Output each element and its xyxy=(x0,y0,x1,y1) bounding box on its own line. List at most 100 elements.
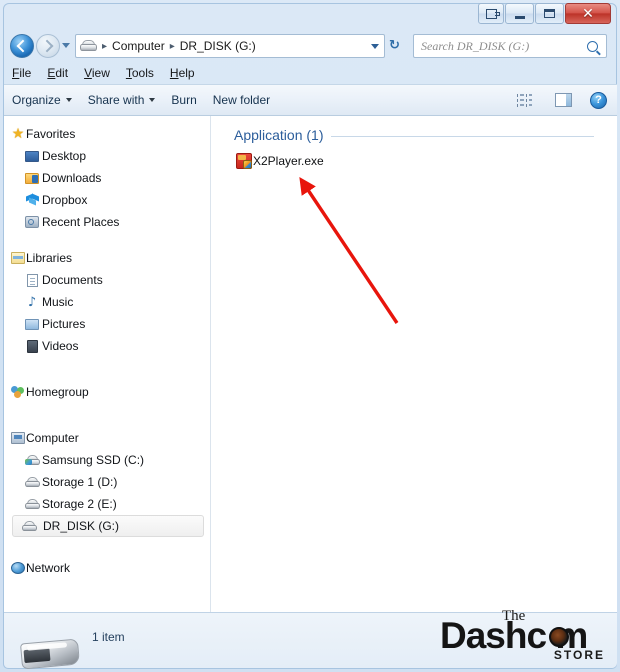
file-group-header[interactable]: Application (1) xyxy=(234,127,594,143)
address-input[interactable]: ▸ Computer ▸ DR_DISK (G:) xyxy=(75,34,385,58)
drive-icon xyxy=(21,518,37,534)
forward-chevron-icon xyxy=(40,39,54,53)
back-button[interactable] xyxy=(10,34,34,58)
pictures-icon xyxy=(24,316,40,332)
breadcrumb-separator: ▸ xyxy=(169,40,175,52)
sidebar-item-recent-places[interactable]: Recent Places xyxy=(4,211,210,233)
refresh-button[interactable]: ↻ xyxy=(389,39,400,52)
sidebar-label: Storage 1 (D:) xyxy=(42,475,118,489)
file-item-x2player[interactable]: X2Player.exe xyxy=(236,153,324,169)
preview-pane-icon[interactable] xyxy=(555,93,572,107)
sidebar-item-dropbox[interactable]: Dropbox xyxy=(4,189,210,211)
sidebar-group-computer[interactable]: Computer xyxy=(4,427,210,449)
menu-item-tools[interactable]: Tools xyxy=(126,66,154,80)
menu-item-edit[interactable]: Edit xyxy=(47,66,68,80)
burn-button[interactable]: Burn xyxy=(163,88,204,112)
title-bar: ✕ xyxy=(0,0,620,30)
search-icon[interactable] xyxy=(587,40,598,52)
organize-button[interactable]: Organize xyxy=(4,88,80,112)
chevron-down-icon xyxy=(65,98,72,102)
star-icon: ★ xyxy=(11,126,25,142)
maximize-button[interactable] xyxy=(535,3,564,24)
windows-drive-icon xyxy=(24,452,40,468)
sidebar-label: Desktop xyxy=(42,149,87,163)
file-list-view[interactable]: Application (1) X2Player.exe xyxy=(211,116,617,612)
sidebar-label: Recent Places xyxy=(42,215,120,229)
camera-lens-icon xyxy=(549,627,569,647)
sidebar-label: Libraries xyxy=(26,251,73,265)
file-group-rule xyxy=(330,136,594,137)
explorer-body: ★ Favorites Desktop Downloads Dropbox Re… xyxy=(4,116,617,612)
videos-icon xyxy=(24,338,40,354)
sidebar-label: Videos xyxy=(42,339,79,353)
sidebar-item-videos[interactable]: Videos xyxy=(4,335,210,357)
sidebar-item-pictures[interactable]: Pictures xyxy=(4,313,210,335)
forward-button[interactable] xyxy=(36,34,60,58)
minimize-icon xyxy=(514,16,525,19)
sidebar-item-documents[interactable]: Documents xyxy=(4,269,210,291)
toolbar-right-group: ? xyxy=(517,91,617,109)
view-layout-icon[interactable] xyxy=(517,93,532,107)
command-toolbar: Organize Share with Burn New folder ? xyxy=(4,84,617,116)
address-bar-row: ▸ Computer ▸ DR_DISK (G:) ↻ Search DR_DI… xyxy=(0,31,620,61)
sidebar-label: Pictures xyxy=(42,317,86,331)
sidebar-group-libraries[interactable]: Libraries xyxy=(4,247,210,269)
sidebar-label: Network xyxy=(26,561,71,575)
help-button[interactable]: ? xyxy=(590,91,607,109)
menu-item-help[interactable]: Help xyxy=(170,66,195,80)
menu-bar: File Edit View Tools Help xyxy=(4,62,616,84)
sidebar-label: Music xyxy=(42,295,74,309)
close-button[interactable]: ✕ xyxy=(565,3,611,24)
history-dropdown-icon[interactable] xyxy=(62,43,70,48)
sidebar-item-storage-2-e[interactable]: Storage 2 (E:) xyxy=(4,493,210,515)
sidebar-item-downloads[interactable]: Downloads xyxy=(4,167,210,189)
sidebar-item-storage-1-d[interactable]: Storage 1 (D:) xyxy=(4,471,210,493)
new-folder-button[interactable]: New folder xyxy=(205,88,278,112)
dashcam-store-watermark: The Dashc m STORE xyxy=(440,608,605,662)
search-input[interactable]: Search DR_DISK (G:) xyxy=(413,34,607,58)
homegroup-icon xyxy=(10,384,26,400)
dropbox-icon xyxy=(24,192,40,208)
sidebar-group-homegroup[interactable]: Homegroup xyxy=(4,381,210,403)
sidebar-label: Computer xyxy=(26,431,79,445)
navigation-pane: ★ Favorites Desktop Downloads Dropbox Re… xyxy=(4,116,210,612)
breadcrumb-dr-disk[interactable]: DR_DISK (G:) xyxy=(178,39,258,53)
item-count-label: 1 item xyxy=(92,630,125,644)
sidebar-label: DR_DISK (G:) xyxy=(43,519,120,533)
address-dropdown-icon[interactable] xyxy=(371,43,379,49)
sidebar-item-music[interactable]: ♪ Music xyxy=(4,291,210,313)
network-icon xyxy=(10,560,26,576)
restore-window-button[interactable] xyxy=(478,3,504,24)
libraries-icon xyxy=(10,250,26,266)
music-icon: ♪ xyxy=(27,294,37,310)
breadcrumb-computer[interactable]: Computer xyxy=(110,39,167,53)
sidebar-item-dr-disk-g[interactable]: DR_DISK (G:) xyxy=(12,515,204,537)
sidebar-item-samsung-ssd-c[interactable]: Samsung SSD (C:) xyxy=(4,449,210,471)
organize-label: Organize xyxy=(12,93,61,107)
file-name: X2Player.exe xyxy=(253,154,324,168)
menu-item-view[interactable]: View xyxy=(84,66,110,80)
share-with-button[interactable]: Share with xyxy=(80,88,164,112)
minimize-button[interactable] xyxy=(505,3,534,24)
sidebar-label: Storage 2 (E:) xyxy=(42,497,117,511)
sidebar-label: Documents xyxy=(42,273,103,287)
maximize-icon xyxy=(544,9,555,18)
chevron-down-icon xyxy=(149,98,156,102)
sidebar-label: Downloads xyxy=(42,171,102,185)
sidebar-group-favorites[interactable]: ★ Favorites xyxy=(4,123,210,145)
sidebar-group-network[interactable]: Network xyxy=(4,557,210,579)
menu-item-file[interactable]: File xyxy=(12,66,31,80)
status-bar: 1 item The Dashc m STORE xyxy=(4,608,617,670)
new-folder-label: New folder xyxy=(212,93,271,107)
sidebar-label: Dropbox xyxy=(42,193,88,207)
drive-icon xyxy=(24,474,40,490)
computer-icon xyxy=(10,430,26,446)
drive-icon xyxy=(24,496,40,512)
usb-flash-drive-icon xyxy=(19,635,81,670)
search-placeholder: Search DR_DISK (G:) xyxy=(421,38,530,53)
window-controls: ✕ xyxy=(477,3,611,25)
sidebar-item-desktop[interactable]: Desktop xyxy=(4,145,210,167)
